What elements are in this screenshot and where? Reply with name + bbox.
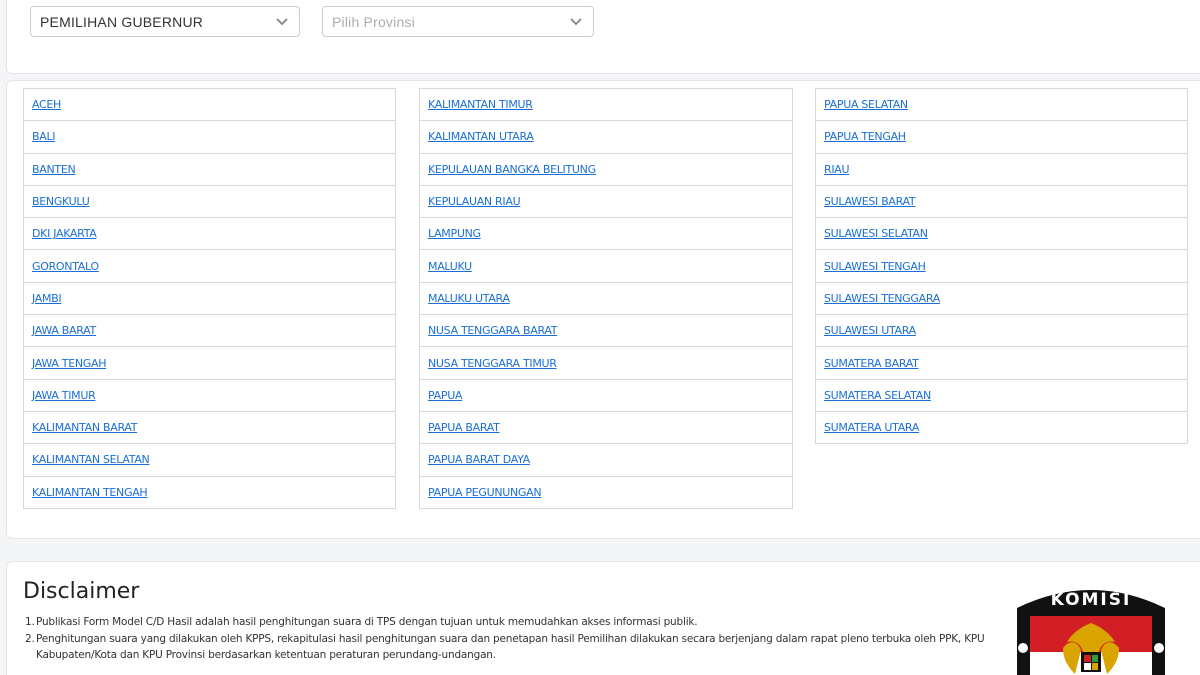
province-list-card: ACEH BALI BANTEN BENGKULU DKI JAKARTA GORONTA… xyxy=(6,80,1200,539)
logo-text: KOMISI xyxy=(1051,590,1132,610)
province-row: PAPUA TENGAH xyxy=(816,121,1187,154)
province-link-sulawesi-barat[interactable]: SULAWESI BARAT xyxy=(824,195,916,208)
province-row: NUSA TENGGARA TIMUR xyxy=(420,347,792,380)
province-row: PAPUA SELATAN xyxy=(816,89,1187,122)
province-row: RIAU xyxy=(816,154,1187,186)
province-row: DKI JAKARTA xyxy=(24,218,395,251)
province-row: SULAWESI BARAT xyxy=(816,186,1187,219)
province-link-papua-barat-daya[interactable]: PAPUA BARAT DAYA xyxy=(428,453,530,466)
province-link-sulawesi-tengah[interactable]: SULAWESI TENGAH xyxy=(824,260,926,273)
province-row: JAWA BARAT xyxy=(24,315,395,348)
province-column-1: ACEH BALI BANTEN BENGKULU DKI JAKARTA GORONTA… xyxy=(23,88,396,509)
province-link-kalimantan-utara[interactable]: KALIMANTAN UTARA xyxy=(428,130,534,143)
province-row: PAPUA xyxy=(420,380,792,412)
province-row: KALIMANTAN SELATAN xyxy=(24,444,395,477)
province-link-nusa-tenggara-timur[interactable]: NUSA TENGGARA TIMUR xyxy=(428,357,557,370)
province-row: MALUKU xyxy=(420,250,792,283)
province-link-gorontalo[interactable]: GORONTALO xyxy=(32,260,99,273)
disclaimer-item: 1. Publikasi Form Model C/D Hasil adalah… xyxy=(25,616,698,628)
province-row: PAPUA BARAT DAYA xyxy=(420,444,792,477)
province-row: JAMBI xyxy=(24,283,395,316)
province-link-maluku-utara[interactable]: MALUKU UTARA xyxy=(428,292,510,305)
province-row: SULAWESI SELATAN xyxy=(816,218,1187,251)
province-row: KALIMANTAN TIMUR xyxy=(420,89,792,122)
province-link-maluku[interactable]: MALUKU xyxy=(428,260,472,273)
province-link-kalimantan-selatan[interactable]: KALIMANTAN SELATAN xyxy=(32,453,150,466)
province-link-sulawesi-selatan[interactable]: SULAWESI SELATAN xyxy=(824,227,928,240)
province-link-jawa-barat[interactable]: JAWA BARAT xyxy=(32,324,96,337)
province-row: MALUKU UTARA xyxy=(420,283,792,316)
province-row: KALIMANTAN TENGAH xyxy=(24,477,395,509)
disclaimer-item: 2. Penghitungan suara yang dilakukan ole… xyxy=(25,632,985,662)
election-type-value: PEMILIHAN GUBERNUR xyxy=(40,13,204,30)
province-link-bali[interactable]: BALI xyxy=(32,130,56,143)
province-link-sumatera-barat[interactable]: SUMATERA BARAT xyxy=(824,357,919,370)
province-link-sulawesi-utara[interactable]: SULAWESI UTARA xyxy=(824,324,916,337)
province-placeholder: Pilih Provinsi xyxy=(332,13,415,30)
province-row: SUMATERA BARAT xyxy=(816,347,1187,380)
province-row: SUMATERA SELATAN xyxy=(816,380,1187,412)
province-link-banten[interactable]: BANTEN xyxy=(32,163,76,176)
province-row: LAMPUNG xyxy=(420,218,792,251)
province-link-kalimantan-tengah[interactable]: KALIMANTAN TENGAH xyxy=(32,486,148,499)
chevron-down-icon xyxy=(275,16,289,28)
province-row: PAPUA BARAT xyxy=(420,412,792,445)
disclaimer-list: 1. Publikasi Form Model C/D Hasil adalah… xyxy=(25,614,985,664)
province-row: ACEH xyxy=(24,89,395,122)
disclaimer-title: Disclaimer xyxy=(23,579,140,604)
province-link-nusa-tenggara-barat[interactable]: NUSA TENGGARA BARAT xyxy=(428,324,557,337)
province-link-papua-pegunungan[interactable]: PAPUA PEGUNUNGAN xyxy=(428,486,542,499)
province-link-papua-tengah[interactable]: PAPUA TENGAH xyxy=(824,130,906,143)
province-link-kepulauan-bangka-belitung[interactable]: KEPULAUAN BANGKA BELITUNG xyxy=(428,163,596,176)
province-row: KEPULAUAN BANGKA BELITUNG xyxy=(420,154,792,186)
province-row: NUSA TENGGARA BARAT xyxy=(420,315,792,348)
kpu-logo-icon: KOMISI xyxy=(1013,578,1169,675)
province-row: KEPULAUAN RIAU xyxy=(420,186,792,219)
province-column-3: PAPUA SELATAN PAPUA TENGAH RIAU SULAWESI BA… xyxy=(815,88,1188,445)
province-link-papua-selatan[interactable]: PAPUA SELATAN xyxy=(824,98,908,111)
province-link-bengkulu[interactable]: BENGKULU xyxy=(32,195,90,208)
province-row: JAWA TIMUR xyxy=(24,380,395,412)
province-link-riau[interactable]: RIAU xyxy=(824,163,850,176)
province-column-2: KALIMANTAN TIMUR KALIMANTAN UTARA KEPULAUA… xyxy=(419,88,793,509)
province-link-jambi[interactable]: JAMBI xyxy=(32,292,62,305)
province-link-papua[interactable]: PAPUA xyxy=(428,389,462,402)
province-link-sumatera-utara[interactable]: SUMATERA UTARA xyxy=(824,421,919,434)
province-link-dki-jakarta[interactable]: DKI JAKARTA xyxy=(32,227,97,240)
chevron-down-icon xyxy=(569,16,583,28)
province-link-jawa-timur[interactable]: JAWA TIMUR xyxy=(32,389,96,402)
province-link-sumatera-selatan[interactable]: SUMATERA SELATAN xyxy=(824,389,931,402)
province-link-kepulauan-riau[interactable]: KEPULAUAN RIAU xyxy=(428,195,521,208)
province-link-sulawesi-tenggara[interactable]: SULAWESI TENGGARA xyxy=(824,292,940,305)
province-row: JAWA TENGAH xyxy=(24,347,395,380)
province-link-jawa-tengah[interactable]: JAWA TENGAH xyxy=(32,357,107,370)
province-row: SUMATERA UTARA xyxy=(816,412,1187,445)
province-link-kalimantan-timur[interactable]: KALIMANTAN TIMUR xyxy=(428,98,533,111)
province-row: SULAWESI UTARA xyxy=(816,315,1187,348)
province-link-papua-barat[interactable]: PAPUA BARAT xyxy=(428,421,500,434)
province-row: BALI xyxy=(24,121,395,154)
province-link-aceh[interactable]: ACEH xyxy=(32,98,61,111)
province-row: PAPUA PEGUNUNGAN xyxy=(420,477,792,509)
province-select[interactable]: Pilih Provinsi xyxy=(322,6,594,37)
province-row: BANTEN xyxy=(24,154,395,186)
province-row: SULAWESI TENGGARA xyxy=(816,283,1187,316)
province-row: KALIMANTAN BARAT xyxy=(24,412,395,445)
province-link-lampung[interactable]: LAMPUNG xyxy=(428,227,481,240)
province-row: SULAWESI TENGAH xyxy=(816,250,1187,283)
province-row: KALIMANTAN UTARA xyxy=(420,121,792,154)
province-row: BENGKULU xyxy=(24,186,395,219)
election-type-select[interactable]: PEMILIHAN GUBERNUR xyxy=(30,6,300,37)
province-row: GORONTALO xyxy=(24,250,395,283)
province-link-kalimantan-barat[interactable]: KALIMANTAN BARAT xyxy=(32,421,137,434)
